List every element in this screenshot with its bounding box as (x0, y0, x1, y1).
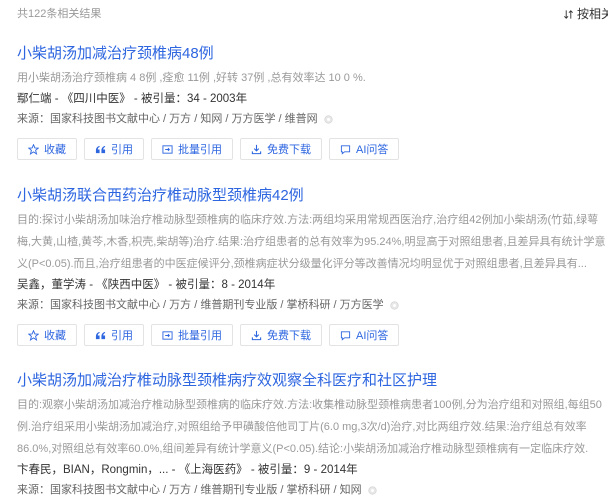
result-meta: 鄢仁端 - 《四川中医》 - 被引量：34 - 2003年 (17, 89, 606, 109)
source-label: 来源： (17, 113, 50, 125)
chat-icon (340, 144, 351, 155)
meta-separator: - (165, 279, 176, 291)
result-year: 2014年 (320, 464, 358, 476)
search-result: 小柴胡汤加减治疗椎动脉型颈椎病疗效观察全科医疗和社区护理 目的:观察小柴胡汤加减… (17, 370, 608, 500)
result-journal[interactable]: 《四川中医》 (62, 93, 131, 105)
collect-label: 收藏 (44, 144, 66, 156)
result-citations: 被引量：9 (257, 464, 311, 476)
ai-qa-label: AI问答 (356, 144, 389, 156)
meta-separator: - (199, 93, 210, 105)
result-title[interactable]: 小柴胡汤联合西药治疗椎动脉型颈椎病42例 (17, 185, 606, 207)
download-button[interactable]: 免费下载 (240, 138, 322, 160)
search-result: 小柴胡汤联合西药治疗椎动脉型颈椎病42例 目的:探讨小柴胡汤加味治疗椎动脉型颈椎… (17, 185, 608, 346)
abstract-line: 目的:探讨小柴胡汤加味治疗椎动脉型颈椎病的临床疗效.方法:两组均采用常规西医治疗… (17, 214, 599, 226)
sort-label: 按相关 (577, 7, 608, 21)
star-icon (28, 143, 39, 155)
abstract-line: 目的:观察小柴胡汤加减治疗椎动脉型颈椎病的临床疗效.方法:收集椎动脉型颈椎病患者… (17, 399, 602, 411)
result-source: 来源： 国家科技图书文献中心 / 万方 / 维普期刊专业版 / 掌桥科研 / 万方… (17, 295, 606, 315)
source-list[interactable]: 国家科技图书文献中心 / 万方 / 维普期刊专业版 / 掌桥科研 / 万方医学 (50, 295, 384, 315)
abstract-line: 例.治疗组采用小柴胡汤加减治疗,对照组给予甲磺酸倍他司丁片(6.0 mg,3次/… (17, 421, 587, 433)
meta-separator: - (227, 279, 239, 291)
download-icon (251, 330, 262, 340)
cite-label: 引用 (111, 330, 133, 342)
star-icon (28, 329, 39, 341)
result-authors[interactable]: 卞春民，BIAN，Rongmin，... (17, 464, 168, 476)
batch-cite-icon (162, 330, 173, 340)
result-journal[interactable]: 《陕西中医》 (96, 279, 165, 291)
result-title[interactable]: 小柴胡汤加减治疗颈椎病48例 (17, 43, 606, 65)
abstract-line: 梅,大黄,山楂,黄芩,木香,枳壳,柴胡等)治疗.结果:治疗组患者的总有效率为95… (17, 236, 606, 248)
abstract-line: 86.0%,对照组总有效率60.0%,组间差异有统计学意义(P<0.05).结论… (17, 443, 589, 455)
meta-separator: - (51, 93, 62, 105)
source-label: 来源： (17, 299, 50, 311)
source-label: 来源： (17, 484, 50, 496)
result-abstract: 目的:探讨小柴胡汤加味治疗椎动脉型颈椎病的临床疗效.方法:两组均采用常规西医治疗… (17, 209, 608, 275)
result-actions: 收藏 引用 批量引用 免费下载 AI问答 (17, 324, 608, 346)
search-result: 小柴胡汤加减治疗颈椎病48例 用小柴胡汤治疗颈椎病 4 8例 ,痊愈 11例 ,… (17, 43, 608, 160)
cite-button[interactable]: 引用 (84, 324, 144, 346)
result-source: 来源： 国家科技图书文献中心 / 万方 / 知网 / 万方医学 / 维普网 (17, 109, 606, 129)
sort-icon (564, 9, 573, 19)
result-year: 2003年 (210, 93, 248, 105)
ai-qa-button[interactable]: AI问答 (329, 324, 400, 346)
batch-cite-button[interactable]: 批量引用 (151, 324, 233, 346)
result-source: 来源： 国家科技图书文献中心 / 万方 / 维普期刊专业版 / 掌桥科研 / 知网 (17, 480, 606, 500)
download-icon (251, 144, 262, 154)
source-more-icon[interactable] (368, 485, 377, 495)
download-label: 免费下载 (267, 330, 311, 342)
result-abstract: 用小柴胡汤治疗颈椎病 4 8例 ,痊愈 11例 ,好转 37例 ,总有效率达 1… (17, 67, 608, 89)
quote-icon (95, 331, 106, 339)
result-meta: 吴鑫，董学涛 - 《陕西中医》 - 被引量：8 - 2014年 (17, 275, 606, 295)
abstract-line: 用小柴胡汤治疗颈椎病 4 8例 ,痊愈 11例 ,好转 37例 ,总有效率达 1… (17, 72, 366, 84)
batch-cite-button[interactable]: 批量引用 (151, 138, 233, 160)
download-button[interactable]: 免费下载 (240, 324, 322, 346)
sort-dropdown[interactable]: 按相关 (563, 6, 608, 22)
result-abstract: 目的:观察小柴胡汤加减治疗椎动脉型颈椎病的临床疗效.方法:收集椎动脉型颈椎病患者… (17, 394, 608, 460)
source-more-icon[interactable] (390, 300, 399, 310)
result-count: 共122条相关结果 (17, 8, 102, 20)
source-list[interactable]: 国家科技图书文献中心 / 万方 / 知网 / 万方医学 / 维普网 (50, 109, 318, 129)
collect-button[interactable]: 收藏 (17, 324, 77, 346)
ai-qa-button[interactable]: AI问答 (329, 138, 400, 160)
meta-separator: - (86, 279, 97, 291)
result-title[interactable]: 小柴胡汤加减治疗椎动脉型颈椎病疗效观察全科医疗和社区护理 (17, 370, 606, 392)
abstract-line: 义(P<0.05).而且,治疗组患者的中医症候评分,颈椎病症状分级量化评分等改善… (17, 258, 587, 270)
meta-separator: - (168, 464, 179, 476)
batch-cite-label: 批量引用 (178, 144, 222, 156)
source-list[interactable]: 国家科技图书文献中心 / 万方 / 维普期刊专业版 / 掌桥科研 / 知网 (50, 480, 362, 500)
collect-button[interactable]: 收藏 (17, 138, 77, 160)
result-meta: 卞春民，BIAN，Rongmin，... - 《上海医药》 - 被引量：9 - … (17, 460, 606, 480)
collect-label: 收藏 (44, 330, 66, 342)
batch-cite-label: 批量引用 (178, 330, 222, 342)
result-actions: 收藏 引用 批量引用 免费下载 AI问答 (17, 138, 608, 160)
batch-cite-icon (162, 144, 173, 154)
result-citations: 被引量：8 (175, 279, 228, 291)
source-more-icon[interactable] (324, 114, 333, 124)
meta-separator: - (130, 93, 141, 105)
meta-separator: - (310, 464, 321, 476)
result-authors[interactable]: 鄢仁端 (17, 93, 52, 105)
result-journal[interactable]: 《上海医药》 (179, 464, 248, 476)
result-year: 2014年 (238, 279, 276, 291)
ai-qa-label: AI问答 (356, 330, 389, 342)
meta-separator: - (247, 464, 258, 476)
quote-icon (95, 145, 106, 153)
cite-button[interactable]: 引用 (84, 138, 144, 160)
chat-icon (340, 330, 351, 341)
result-citations: 被引量：34 (140, 93, 200, 105)
result-authors[interactable]: 吴鑫，董学涛 (17, 279, 86, 291)
download-label: 免费下载 (267, 144, 311, 156)
cite-label: 引用 (111, 144, 133, 156)
